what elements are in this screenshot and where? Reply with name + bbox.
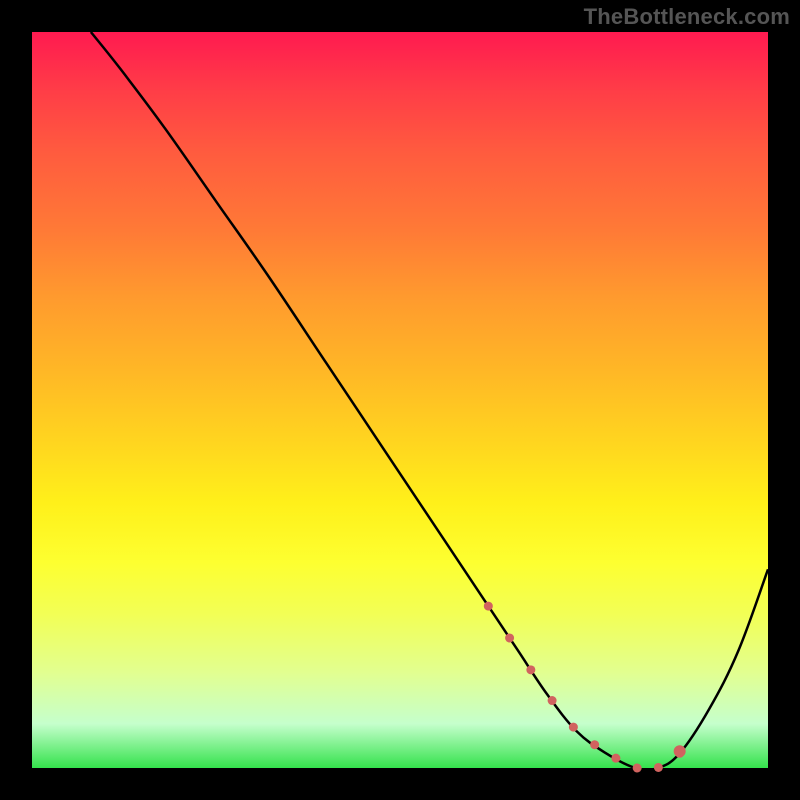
min-region-endpoints	[674, 745, 686, 757]
min-region-dots	[484, 602, 684, 773]
chart-container: TheBottleneck.com	[0, 0, 800, 800]
watermark-text: TheBottleneck.com	[584, 4, 790, 30]
chart-svg	[32, 32, 768, 768]
bottleneck-curve	[91, 32, 768, 770]
